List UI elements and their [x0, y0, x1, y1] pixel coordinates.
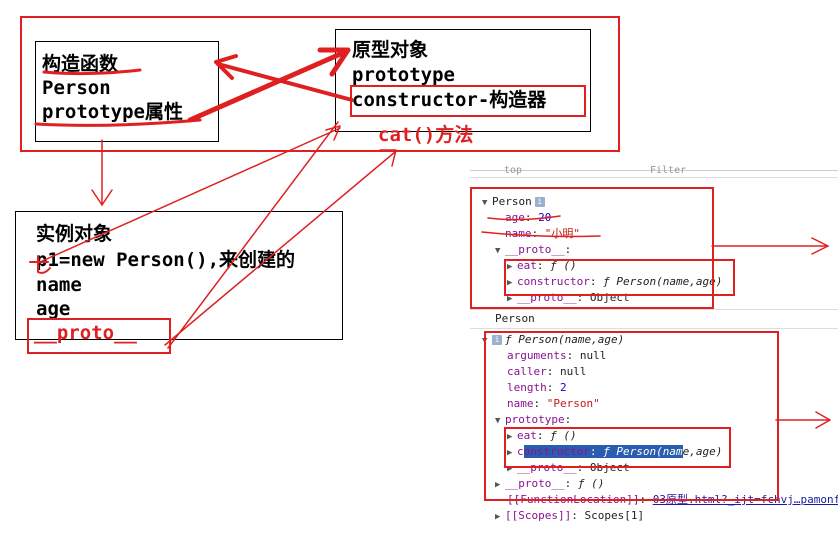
- instance-proto: __proto__: [34, 322, 137, 344]
- arrowhead-down: [91, 189, 113, 206]
- obj1-methods-highlight: [504, 259, 735, 296]
- divider: [470, 328, 838, 329]
- instance-name: name: [36, 274, 82, 296]
- context-selector[interactable]: top: [504, 163, 522, 177]
- obj2-methods-highlight: [504, 427, 731, 468]
- obj2-label: Person: [495, 312, 535, 325]
- scopes-val: Scopes[1]: [584, 509, 645, 522]
- obj2-scopes-row[interactable]: ▶ [[Scopes]]: Scopes[1]: [495, 508, 644, 525]
- constructor-box: 构造函数 Person prototype属性: [35, 41, 219, 142]
- cat-method-label: cat()方法: [378, 124, 474, 146]
- instance-title: 实例对象: [36, 223, 113, 245]
- prototype-prop: prototype: [352, 64, 455, 86]
- obj2-highlight: [484, 331, 779, 501]
- devtools-toolbar: top Filter: [470, 163, 838, 178]
- filter-input[interactable]: Filter: [650, 163, 686, 177]
- divider: [470, 309, 838, 310]
- constructor-prototype-prop: prototype属性: [42, 101, 183, 123]
- constructor-highlight: [350, 85, 586, 117]
- scopes-key: [[Scopes]]: [505, 509, 572, 522]
- constructor-title: 构造函数: [42, 53, 119, 75]
- arrowhead-cat: [379, 149, 397, 167]
- prototype-title: 原型对象: [352, 39, 429, 61]
- constructor-name: Person: [42, 77, 111, 99]
- instance-line1: p1=new Person(),来创建的: [36, 249, 296, 271]
